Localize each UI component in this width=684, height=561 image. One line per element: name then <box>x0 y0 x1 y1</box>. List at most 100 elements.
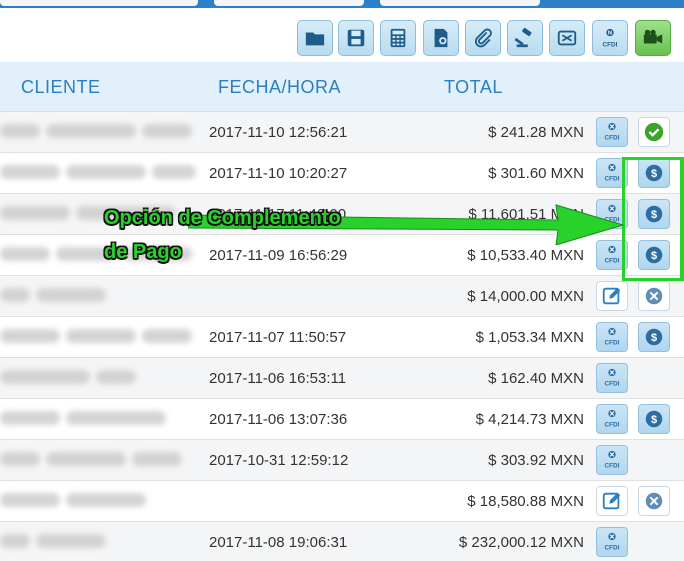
paperclip-icon <box>474 28 492 48</box>
table-row[interactable]: 2017-11-10 12:56:21 $ 241.28 MXN CFDI <box>0 112 684 153</box>
row-datetime: 2017-11-06 16:53:11 <box>209 370 347 387</box>
row-datetime: 2017-11-10 10:20:27 <box>209 165 348 182</box>
top-tab[interactable] <box>214 0 364 6</box>
svg-text:CFDI: CFDI <box>605 544 620 551</box>
dollar-icon: $ <box>645 328 663 346</box>
client-name-redacted <box>0 124 192 140</box>
cfdi-button[interactable]: CFDI <box>596 527 628 557</box>
redacted-text <box>36 288 106 302</box>
cfdi-button[interactable]: CFDI <box>596 363 628 393</box>
redacted-text <box>0 124 40 138</box>
save-button[interactable] <box>338 20 374 56</box>
redacted-text <box>36 534 106 548</box>
row-total: $ 4,214.73 MXN <box>475 411 584 428</box>
redacted-text <box>66 411 166 425</box>
cfdi-icon: CFDI <box>605 532 620 551</box>
client-name-redacted <box>0 165 196 181</box>
redacted-text <box>66 329 136 343</box>
cfdi-button[interactable]: CFDI <box>596 322 628 352</box>
redacted-text <box>142 329 192 343</box>
cfdi-cancel-button[interactable] <box>549 20 585 56</box>
client-name-redacted <box>0 493 146 509</box>
row-datetime: 2017-10-31 12:59:12 <box>209 452 349 469</box>
document-icon <box>434 28 448 48</box>
row-datetime: 2017-11-09 16:56:29 <box>209 247 348 264</box>
edit-button[interactable] <box>596 281 628 311</box>
payment-complement-button[interactable]: $ <box>638 322 670 352</box>
table-row[interactable]: 2017-11-06 13:07:36 $ 4,214.73 MXN CFDI $ <box>0 399 684 440</box>
table-row[interactable]: 2017-11-10 10:20:27 $ 301.60 MXN CFDI $ <box>0 153 684 194</box>
cfdi-button[interactable]: CFDI <box>596 404 628 434</box>
svg-text:CFDI: CFDI <box>605 462 620 469</box>
redacted-text <box>46 124 136 138</box>
redacted-text <box>0 288 30 302</box>
svg-text:N: N <box>608 30 612 36</box>
redacted-text <box>96 370 136 384</box>
redacted-text <box>132 452 182 466</box>
top-tab[interactable] <box>0 0 198 6</box>
svg-text:CFDI: CFDI <box>605 421 620 428</box>
legal-button[interactable] <box>507 20 543 56</box>
redacted-text <box>0 452 40 466</box>
svg-text:$: $ <box>651 332 657 344</box>
table-row[interactable]: $ 14,000.00 MXN <box>0 276 684 317</box>
toolbar: N CFDI <box>0 8 684 63</box>
edit-icon <box>602 287 621 305</box>
video-button[interactable] <box>635 20 671 56</box>
annotation-text-line2: de Pago <box>104 241 182 263</box>
folder-icon <box>305 32 325 46</box>
cfdi-cancel-icon <box>557 30 577 46</box>
check-icon <box>644 122 664 142</box>
gavel-icon <box>514 27 532 48</box>
attach-button[interactable] <box>465 20 501 56</box>
svg-text:CFDI: CFDI <box>605 339 620 346</box>
row-datetime: 2017-11-10 12:56:21 <box>209 124 348 141</box>
svg-text:CFDI: CFDI <box>605 257 620 264</box>
cfdi-icon: CFDI <box>605 122 620 141</box>
column-header-total[interactable]: TOTAL <box>444 77 503 98</box>
row-total: $ 232,000.12 MXN <box>458 534 584 551</box>
client-name-redacted <box>0 411 166 427</box>
table-header: CLIENTE FECHA/HORA TOTAL <box>0 62 684 112</box>
redacted-text <box>0 534 30 548</box>
client-name-redacted <box>0 370 136 386</box>
document-button[interactable] <box>423 20 459 56</box>
row-total: $ 10,533.40 MXN <box>467 247 584 264</box>
top-tab[interactable] <box>380 0 540 6</box>
payment-complement-button[interactable]: $ <box>638 404 670 434</box>
column-header-datetime[interactable]: FECHA/HORA <box>218 77 341 98</box>
cfdi-icon: CFDI <box>605 245 620 264</box>
edit-button[interactable] <box>596 486 628 516</box>
table-row[interactable]: $ 18,580.88 MXN <box>0 481 684 522</box>
table-row[interactable]: 2017-11-07 11:50:57 $ 1,053.34 MXN CFDI $ <box>0 317 684 358</box>
redacted-text <box>0 329 60 343</box>
column-header-client[interactable]: CLIENTE <box>21 77 101 98</box>
redacted-text <box>0 411 60 425</box>
cfdi-button[interactable]: CFDI <box>596 445 628 475</box>
redacted-text <box>0 165 60 179</box>
calculator-button[interactable] <box>380 20 416 56</box>
edit-icon <box>602 492 621 510</box>
row-total: $ 303.92 MXN <box>488 452 584 469</box>
cfdi-icon: CFDI <box>605 368 620 387</box>
client-name-redacted <box>0 329 192 345</box>
table-row[interactable]: 2017-11-06 16:53:11 $ 162.40 MXN CFDI <box>0 358 684 399</box>
cfdi-new-button[interactable]: N CFDI <box>592 20 628 56</box>
table-row[interactable]: 2017-11-08 19:06:31 $ 232,000.12 MXN CFDI <box>0 522 684 561</box>
annotation-text-line1: Opción de Complemento <box>104 207 341 229</box>
cfdi-icon: CFDI <box>605 163 620 182</box>
paid-check-button[interactable] <box>638 117 670 147</box>
folder-button[interactable] <box>297 20 333 56</box>
cancel-button[interactable] <box>638 281 670 311</box>
redacted-text <box>152 165 196 179</box>
close-icon <box>645 287 663 305</box>
redacted-text <box>46 452 126 466</box>
cfdi-icon: CFDI <box>605 409 620 428</box>
row-datetime: 2017-11-07 11:50:57 <box>209 329 347 346</box>
svg-text:CFDI: CFDI <box>605 134 620 141</box>
cancel-button[interactable] <box>638 486 670 516</box>
row-total: $ 14,000.00 MXN <box>467 288 584 305</box>
cfdi-button[interactable]: CFDI <box>596 117 628 147</box>
redacted-text <box>142 124 192 138</box>
table-row[interactable]: 2017-10-31 12:59:12 $ 303.92 MXN CFDI <box>0 440 684 481</box>
